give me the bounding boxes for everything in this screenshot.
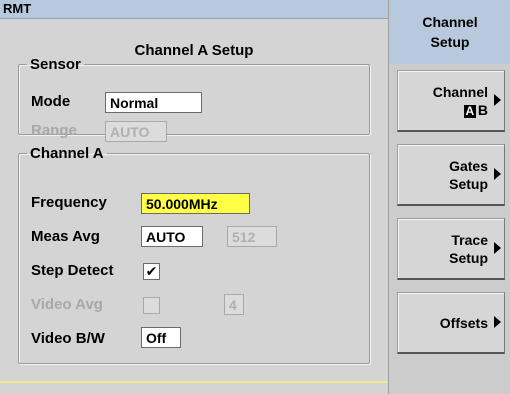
channel-a-selected: A xyxy=(463,104,476,118)
trace-setup-softkey[interactable]: Trace Setup xyxy=(397,218,505,280)
menu-title-line1: Channel xyxy=(422,14,478,30)
bottom-divider xyxy=(0,381,388,383)
menu-title-line2: Setup xyxy=(430,34,470,50)
video-bw-label: Video B/W xyxy=(31,330,105,347)
channel-b-option: B xyxy=(477,102,488,118)
softkey-panel: Channel Setup Channel AB Gates Setup Tra… xyxy=(388,0,510,394)
step-detect-label: Step Detect xyxy=(31,262,114,279)
meas-avg-count-field: 512 xyxy=(227,226,277,247)
status-bar: RMT xyxy=(0,0,388,19)
gates-line1: Gates xyxy=(449,158,488,174)
chevron-right-icon xyxy=(494,316,501,328)
main-panel: RMT Channel A Setup Sensor Mode Normal R… xyxy=(0,0,388,394)
sensor-group: Sensor Mode Normal Range AUTO xyxy=(18,56,370,142)
gates-line2: Setup xyxy=(449,176,488,192)
mode-label: Mode xyxy=(31,93,71,110)
chevron-right-icon xyxy=(494,168,501,180)
channel-a-group: Channel A Frequency 50.000MHz Meas Avg A… xyxy=(18,145,370,364)
offsets-label: Offsets xyxy=(439,315,488,331)
frequency-label: Frequency xyxy=(31,194,107,211)
trace-line1: Trace xyxy=(451,232,488,248)
chevron-right-icon xyxy=(494,94,501,106)
video-bw-field[interactable]: Off xyxy=(141,327,181,348)
video-avg-checkbox xyxy=(143,297,160,314)
mode-field[interactable]: Normal xyxy=(105,92,202,113)
channel-softkey[interactable]: Channel AB xyxy=(397,70,505,132)
sensor-legend: Sensor xyxy=(30,56,81,73)
gates-setup-softkey[interactable]: Gates Setup xyxy=(397,144,505,206)
chevron-right-icon xyxy=(494,242,501,254)
meas-avg-field[interactable]: AUTO xyxy=(141,226,203,247)
menu-title: Channel Setup xyxy=(389,0,510,64)
video-avg-field: 4 xyxy=(224,294,244,315)
video-avg-label: Video Avg xyxy=(31,296,103,313)
range-label: Range xyxy=(31,122,77,139)
frequency-field[interactable]: 50.000MHz xyxy=(141,193,250,214)
trace-line2: Setup xyxy=(449,250,488,266)
step-detect-checkbox[interactable]: ✔ xyxy=(143,263,160,280)
channel-softkey-label: Channel xyxy=(432,84,488,100)
meas-avg-label: Meas Avg xyxy=(31,228,100,245)
status-text: RMT xyxy=(3,1,32,16)
range-field: AUTO xyxy=(105,121,167,142)
channel-a-legend: Channel A xyxy=(30,145,104,162)
offsets-softkey[interactable]: Offsets xyxy=(397,292,505,354)
